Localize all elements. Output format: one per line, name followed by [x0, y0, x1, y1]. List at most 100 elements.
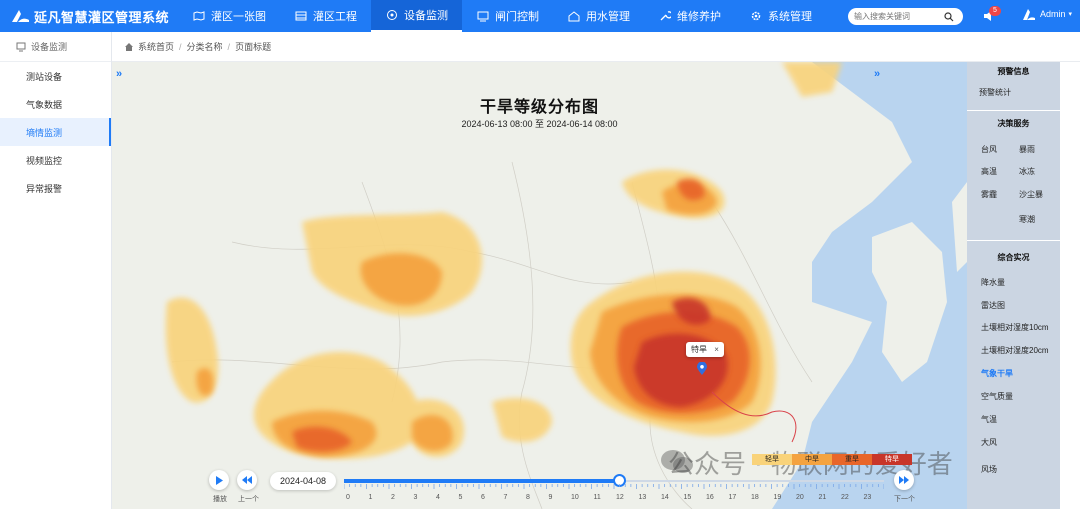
timeline-hour-label[interactable]: 20	[796, 494, 804, 501]
play-label: 播放	[213, 496, 227, 503]
timeline-progress	[344, 479, 620, 483]
sidebar: 设备监测 测站设备 气象数据 墒情监测 视频监控 异常报警	[0, 32, 112, 509]
nav-item-label: 闸门控制	[495, 11, 539, 23]
timeline-hour-label[interactable]: 22	[841, 494, 849, 501]
timeline-hour-label[interactable]: 4	[436, 494, 440, 501]
nav-item-project[interactable]: 灌区工程	[280, 0, 371, 32]
layer-panel: 预警信息 预警统计 决策服务 台风 暴雨 高温 冰冻 雾霾 沙尘暴 寒潮 综合实…	[967, 62, 1060, 509]
page-scrollbar[interactable]	[1060, 62, 1080, 509]
expand-left-icon[interactable]: »	[116, 68, 122, 80]
main-nav: 灌区一张图 灌区工程 设备监测 闸门控制 用水管理 维修养护 系统管理	[178, 0, 826, 32]
nav-item-device-monitor[interactable]: 设备监测	[371, 0, 462, 32]
user-menu[interactable]: Admin ▾	[1022, 7, 1072, 21]
layer-radar[interactable]: 雷达图	[981, 300, 1005, 311]
play-button[interactable]	[209, 470, 229, 490]
breadcrumb-category[interactable]: 分类名称	[187, 40, 223, 53]
marker-popup: 特旱 ×	[686, 342, 724, 357]
layer-temperature[interactable]: 气温	[981, 414, 997, 425]
timeline-hour-label[interactable]: 7	[504, 494, 508, 501]
nav-item-label: 维修养护	[677, 11, 721, 23]
nav-item-maintenance[interactable]: 维修养护	[644, 0, 735, 32]
layer-precipitation[interactable]: 降水量	[981, 277, 1005, 288]
timeline-hour-label[interactable]: 13	[639, 494, 647, 501]
timeline-hour-label[interactable]: 14	[661, 494, 669, 501]
brand: 延凡智慧灌区管理系统	[0, 7, 178, 26]
list-icon	[294, 10, 308, 22]
sidebar-item-station-device[interactable]: 测站设备	[0, 62, 111, 90]
layer-gale[interactable]: 大风	[981, 437, 997, 448]
warning-section-title: 预警信息	[997, 67, 1030, 76]
layer-typhoon[interactable]: 台风	[981, 144, 997, 155]
breadcrumb-separator: /	[227, 41, 231, 52]
timeline-ticks: 0 1 2 3 4 5 6 7 8 9 10 11 12 13 14 15 16 17 18 19 20 21 22 23	[344, 484, 884, 501]
water-icon	[567, 10, 581, 22]
timeline-hour-label[interactable]: 16	[706, 494, 714, 501]
search-box[interactable]	[848, 8, 963, 25]
timeline-hour-label[interactable]: 10	[571, 494, 579, 501]
timeline-hour-label[interactable]: 0	[346, 494, 350, 501]
layer-air-quality[interactable]: 空气质量	[981, 391, 1013, 402]
sidebar-header: 设备监测	[0, 32, 111, 62]
layer-warning-stats[interactable]: 预警统计	[979, 87, 1011, 98]
nav-item-label: 灌区工程	[313, 11, 357, 23]
layer-heat[interactable]: 高温	[981, 166, 997, 177]
timeline-hour-label[interactable]: 15	[684, 494, 692, 501]
timeline-hour-label[interactable]: 23	[864, 494, 872, 501]
layer-haze[interactable]: 雾霾	[981, 189, 997, 200]
search-icon[interactable]	[944, 11, 954, 22]
previous-button[interactable]	[237, 470, 257, 490]
user-logo-icon	[1023, 9, 1035, 20]
layer-freeze[interactable]: 冰冻	[1019, 166, 1035, 177]
layer-soil-20cm[interactable]: 土壤相对湿度20cm	[981, 345, 1049, 356]
timeline-hour-label[interactable]: 19	[774, 494, 782, 501]
nav-item-system[interactable]: 系统管理	[735, 0, 826, 32]
timeline-hour-label[interactable]: 3	[414, 494, 418, 501]
nav-item-map[interactable]: 灌区一张图	[178, 0, 280, 32]
breadcrumb-home[interactable]: 系统首页	[138, 40, 174, 53]
notification-badge: 5	[989, 6, 1001, 16]
nav-item-label: 用水管理	[586, 11, 630, 23]
timeline-hour-label[interactable]: 18	[751, 494, 759, 501]
next-label: 下一个	[894, 496, 915, 503]
timeline-hour-label[interactable]: 8	[526, 494, 530, 501]
timeline-hour-label[interactable]: 2	[391, 494, 395, 501]
timeline-hour-label[interactable]: 12	[616, 494, 624, 501]
sidebar-item-video-monitor[interactable]: 视频监控	[0, 146, 111, 174]
top-bar: 延凡智慧灌区管理系统 灌区一张图 灌区工程 设备监测 闸门控制 用水管理 维修养…	[0, 0, 1080, 32]
next-button[interactable]	[894, 470, 914, 490]
layer-soil-10cm[interactable]: 土壤相对湿度10cm	[981, 322, 1049, 333]
map-icon	[192, 10, 206, 22]
layer-meteorological-drought[interactable]: 气象干旱	[981, 368, 1013, 379]
layer-cold-wave[interactable]: 寒潮	[1019, 214, 1035, 225]
sidebar-item-weather-data[interactable]: 气象数据	[0, 90, 111, 118]
timeline-hour-label[interactable]: 17	[729, 494, 737, 501]
timeline-hour-label[interactable]: 1	[369, 494, 373, 501]
app-title: 延凡智慧灌区管理系统	[34, 9, 170, 25]
timeline-hour-label[interactable]: 6	[481, 494, 485, 501]
nav-item-label: 灌区一张图	[211, 11, 266, 23]
nav-item-gate-control[interactable]: 闸门控制	[462, 0, 553, 32]
layer-wind-field[interactable]: 风场	[981, 464, 997, 475]
layer-rainstorm[interactable]: 暴雨	[1019, 144, 1035, 155]
breadcrumb-page: 页面标题	[235, 42, 272, 52]
drought-map[interactable]: » » 干旱等级分布图 2024-06-13 08:00 至 2024-06-1…	[112, 62, 967, 509]
current-date: 2024-04-08	[270, 472, 336, 490]
timeline-hour-label[interactable]: 21	[819, 494, 827, 501]
sidebar-item-alarm[interactable]: 异常报警	[0, 174, 111, 202]
close-icon[interactable]: ×	[714, 345, 719, 354]
timeline-hour-label[interactable]: 9	[549, 494, 553, 501]
legend-medium: 中旱	[792, 454, 832, 465]
expand-right-icon[interactable]: »	[874, 68, 880, 80]
timeline-hour-label[interactable]: 11	[594, 494, 601, 501]
nav-item-label: 系统管理	[768, 11, 812, 23]
monitor-icon	[385, 9, 399, 21]
search-input[interactable]	[854, 12, 944, 21]
layer-sandstorm[interactable]: 沙尘暴	[1019, 189, 1043, 200]
home-icon[interactable]	[124, 42, 134, 52]
map-time-range: 2024-06-13 08:00 至 2024-06-14 08:00	[461, 119, 618, 129]
timeline-hour-label[interactable]: 5	[459, 494, 463, 501]
nav-item-water-management[interactable]: 用水管理	[553, 0, 644, 32]
location-pin-icon[interactable]	[696, 362, 708, 376]
sidebar-item-soil-moisture[interactable]: 墒情监测	[0, 118, 111, 146]
rewind-icon	[242, 476, 252, 484]
